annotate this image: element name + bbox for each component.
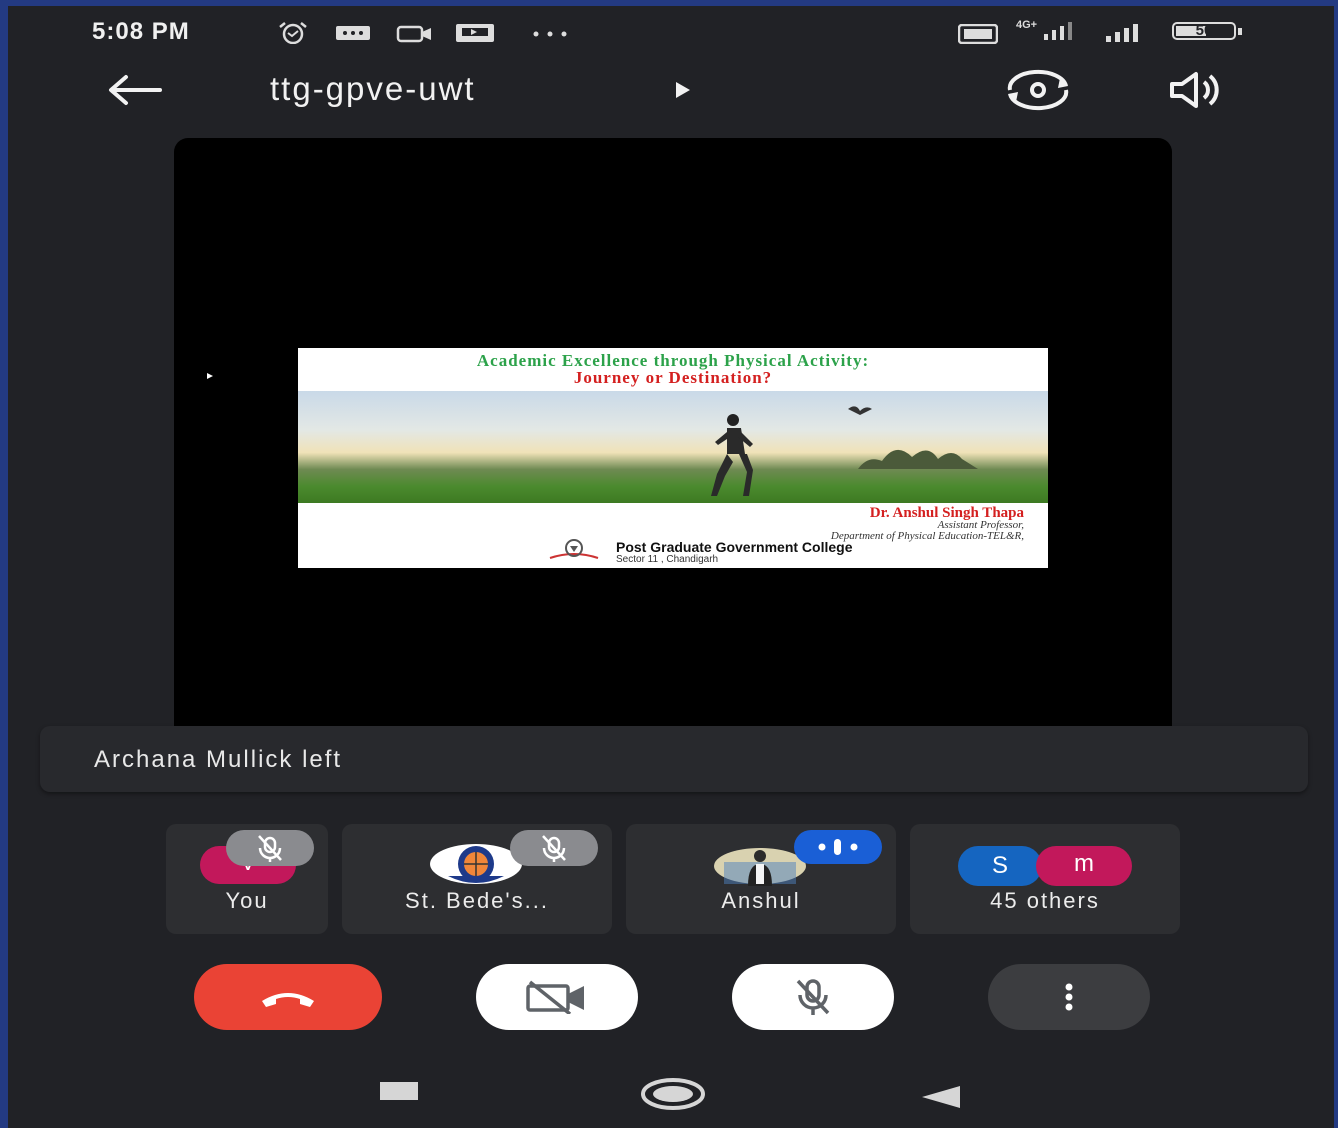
slide-photo xyxy=(298,391,1048,503)
expand-arrow-icon[interactable] xyxy=(674,80,692,100)
video-icon xyxy=(396,25,431,43)
avatar: m xyxy=(1036,846,1132,886)
trees-silhouette xyxy=(858,449,978,469)
svg-text:4G+: 4G+ xyxy=(1016,19,1037,31)
alarm-icon xyxy=(279,22,307,44)
meeting-header: ttg-gpve-uwt xyxy=(8,62,1334,122)
end-call-button[interactable] xyxy=(194,964,382,1030)
mic-toggle-button[interactable] xyxy=(732,964,894,1030)
signal-icon xyxy=(1106,24,1138,42)
avatar: S xyxy=(958,846,1042,886)
recents-button-icon[interactable] xyxy=(378,1078,420,1104)
college-crest-icon xyxy=(549,539,599,559)
participant-tile-others[interactable]: S m 45 others xyxy=(910,824,1180,934)
presentation-video[interactable]: Academic Excellence through Physical Act… xyxy=(174,138,1172,728)
pointer-cursor xyxy=(207,373,213,379)
participant-name: You xyxy=(225,888,269,913)
more-options-button[interactable] xyxy=(988,964,1150,1030)
more-vert-icon xyxy=(1065,983,1073,1011)
toast-text: Archana Mullick left xyxy=(94,746,343,773)
camera-toggle-button[interactable] xyxy=(476,964,638,1030)
participant-tile-you[interactable]: V You xyxy=(166,824,328,934)
meet-screen: 5:08 PM 4G+ 50 ttg-gpve-uwt Academic Exc… xyxy=(8,6,1334,1128)
home-button-icon[interactable] xyxy=(638,1076,708,1112)
switch-camera-icon[interactable] xyxy=(1002,68,1074,112)
participant-name: Anshul xyxy=(721,888,801,913)
volte-icon xyxy=(958,24,998,44)
participant-name: 45 others xyxy=(990,888,1100,913)
mic-off-badge xyxy=(226,830,314,866)
signal-4g-icon: 4G+ xyxy=(1016,19,1072,40)
status-bar: 5:08 PM 4G+ 50 xyxy=(8,6,1334,62)
mic-off-icon xyxy=(258,835,282,862)
back-button-icon[interactable] xyxy=(920,1082,964,1112)
slide-sector: Sector 11 , Chandigarh xyxy=(616,554,719,565)
battery-level: 50 xyxy=(1195,22,1213,39)
camera-off-icon xyxy=(526,980,584,1014)
speaker-icon[interactable] xyxy=(1166,70,1232,110)
bird-silhouette xyxy=(848,406,872,415)
status-time: 5:08 PM xyxy=(92,18,190,45)
slide-department: Department of Physical Education-TEL&R, xyxy=(830,530,1024,542)
participant-tile-anshul[interactable]: Anshul xyxy=(626,824,896,934)
runner-silhouette xyxy=(711,414,753,496)
speaking-indicator xyxy=(794,830,882,864)
back-arrow-icon[interactable] xyxy=(106,74,164,106)
mic-off-icon xyxy=(796,979,830,1015)
mic-off-icon xyxy=(542,835,566,862)
participant-name: St. Bede's... xyxy=(405,888,549,913)
more-dots-icon xyxy=(533,31,567,37)
presentation-slide: Academic Excellence through Physical Act… xyxy=(298,348,1048,568)
slide-title-line2: Journey or Destination? xyxy=(573,368,773,387)
audio-level-icon xyxy=(818,839,858,855)
hang-up-icon xyxy=(262,993,314,1007)
battery-icon: 50 xyxy=(1172,22,1246,42)
slide-college: Post Graduate Government College xyxy=(616,539,853,555)
meeting-code[interactable]: ttg-gpve-uwt xyxy=(270,70,476,108)
mic-off-badge xyxy=(510,830,598,866)
cast-icon xyxy=(456,24,494,42)
participant-tile-st-bedes[interactable]: St. Bede's... xyxy=(342,824,612,934)
participant-left-toast: Archana Mullick left xyxy=(40,726,1308,792)
message-icon xyxy=(336,26,370,40)
